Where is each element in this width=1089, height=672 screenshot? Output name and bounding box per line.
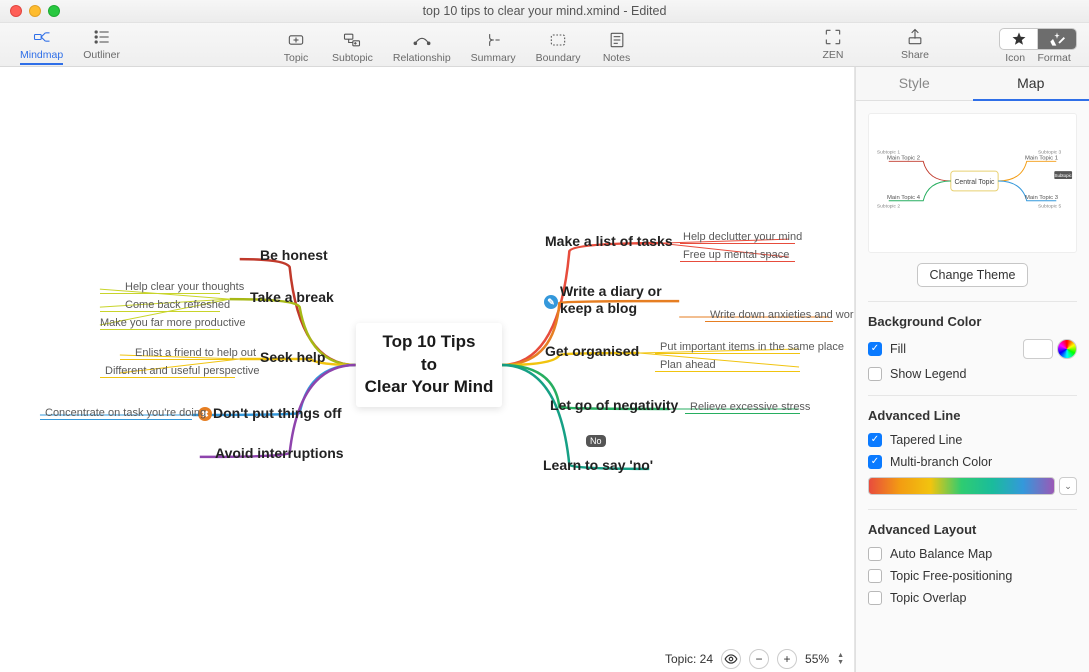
sub-label[interactable]: Put important items in the same place — [660, 341, 844, 353]
view-mindmap-button[interactable]: Mindmap — [10, 23, 73, 65]
sub-label[interactable]: Relieve excessive stress — [690, 401, 810, 413]
branch-learn-no[interactable]: Learn to say 'no' — [543, 457, 653, 473]
sub-label[interactable]: Different and useful perspective — [105, 365, 235, 377]
sub-label[interactable]: Concentrate on task you're doing — [45, 407, 190, 419]
close-window-button[interactable] — [10, 5, 22, 17]
sub-label[interactable]: Write down anxieties and worries — [710, 309, 855, 321]
view-outliner-button[interactable]: Outliner — [73, 23, 130, 61]
share-button[interactable]: Share — [889, 23, 941, 61]
no-badge: No — [586, 435, 606, 447]
theme-preview: Central Topic Main Topic 2 Main Topic 4 … — [868, 113, 1077, 253]
tab-style[interactable]: Style — [856, 67, 973, 100]
inspector-icon-button[interactable] — [1000, 29, 1038, 49]
free-positioning-checkbox[interactable] — [868, 569, 882, 583]
topic-count-label: Topic: 24 — [665, 652, 713, 666]
sub-label[interactable]: Plan ahead — [660, 359, 716, 371]
color-picker-button[interactable] — [1057, 339, 1077, 359]
central-topic[interactable]: Top 10 Tips to Clear Your Mind — [356, 323, 502, 407]
insert-summary-button[interactable]: Summary — [461, 26, 526, 64]
toolbar: Mindmap Outliner Topic Subtopic Relation… — [0, 23, 1089, 67]
insert-topic-button[interactable]: Topic — [270, 26, 322, 64]
sub-label[interactable]: Make you far more productive — [100, 317, 220, 329]
inspector-format-button[interactable] — [1038, 29, 1076, 49]
statusbar: Topic: 24 − + 55% ▲▼ — [655, 646, 854, 672]
branch-let-go[interactable]: Let go of negativity — [550, 397, 678, 413]
tab-map[interactable]: Map — [973, 67, 1089, 100]
insert-notes-button[interactable]: Notes — [591, 26, 643, 64]
svg-text:Main Topic 2: Main Topic 2 — [887, 155, 920, 161]
svg-text:Subtopic 1: Subtopic 1 — [877, 149, 900, 155]
branch-avoid-interruptions[interactable]: Avoid interruptions — [215, 445, 344, 461]
svg-text:Subtopic 5: Subtopic 5 — [1038, 204, 1061, 210]
auto-balance-checkbox[interactable] — [868, 547, 882, 561]
zen-mode-button[interactable]: ZEN — [807, 23, 859, 61]
insert-relationship-button[interactable]: Relationship — [383, 26, 461, 64]
section-header-bgcolor: Background Color — [868, 314, 1077, 329]
zoom-stepper[interactable]: ▲▼ — [837, 652, 844, 666]
section-header-advlayout: Advanced Layout — [868, 522, 1077, 537]
branch-be-honest[interactable]: Be honest — [260, 247, 328, 263]
sub-label[interactable]: Free up mental space — [683, 249, 789, 261]
svg-text:Central Topic: Central Topic — [954, 179, 995, 186]
inspector-sidebar: Style Map Central Topic Main Topic 2 Mai… — [855, 67, 1089, 672]
svg-text:Subtopic 3: Subtopic 3 — [1038, 149, 1061, 155]
window-controls — [0, 5, 60, 17]
show-legend-checkbox[interactable] — [868, 367, 882, 381]
multi-branch-color-checkbox[interactable] — [868, 455, 882, 469]
insert-boundary-button[interactable]: Boundary — [526, 26, 591, 64]
visibility-toggle-button[interactable] — [721, 649, 741, 669]
mindmap-canvas[interactable]: Top 10 Tips to Clear Your Mind Be honest… — [0, 67, 855, 672]
change-theme-button[interactable]: Change Theme — [917, 263, 1029, 287]
branch-dont-put-off[interactable]: Don't put things off — [213, 405, 342, 421]
svg-text:Main Topic 3: Main Topic 3 — [1025, 195, 1059, 201]
sub-label[interactable]: Help declutter your mind — [683, 231, 802, 243]
insert-subtopic-button[interactable]: Subtopic — [322, 26, 383, 64]
tapered-line-checkbox[interactable] — [868, 433, 882, 447]
branch-make-list[interactable]: Make a list of tasks — [545, 233, 673, 249]
sub-label[interactable]: Enlist a friend to help out — [135, 347, 235, 359]
branch-seek-help[interactable]: Seek help — [260, 349, 325, 365]
section-header-advline: Advanced Line — [868, 408, 1077, 423]
branch-color-dropdown[interactable]: ⌄ — [1059, 477, 1077, 495]
sub-label[interactable]: Come back refreshed — [125, 299, 220, 311]
titlebar: top 10 tips to clear your mind.xmind - E… — [0, 0, 1089, 23]
zoom-window-button[interactable] — [48, 5, 60, 17]
svg-text:Subtopic 2: Subtopic 2 — [877, 204, 900, 210]
minimize-window-button[interactable] — [29, 5, 41, 17]
svg-text:Main Topic 4: Main Topic 4 — [887, 195, 921, 201]
window-title: top 10 tips to clear your mind.xmind - E… — [0, 4, 1089, 18]
marker-pencil-icon: ✎ — [544, 295, 558, 309]
zoom-out-button[interactable]: − — [749, 649, 769, 669]
branch-color-gradient[interactable] — [868, 477, 1055, 495]
fill-checkbox[interactable] — [868, 342, 882, 356]
zoom-level: 55% — [805, 652, 829, 666]
svg-text:Main Topic 1: Main Topic 1 — [1025, 155, 1058, 161]
topic-overlap-checkbox[interactable] — [868, 591, 882, 605]
bg-color-swatch[interactable] — [1023, 339, 1053, 359]
sub-label[interactable]: Help clear your thoughts — [125, 281, 220, 293]
svg-text:Subtopic: Subtopic — [1055, 173, 1073, 178]
branch-get-organised[interactable]: Get organised — [545, 343, 639, 359]
branch-take-break[interactable]: Take a break — [250, 289, 334, 305]
branch-write-diary[interactable]: Write a diary or keep a blog — [560, 283, 680, 317]
zoom-in-button[interactable]: + — [777, 649, 797, 669]
